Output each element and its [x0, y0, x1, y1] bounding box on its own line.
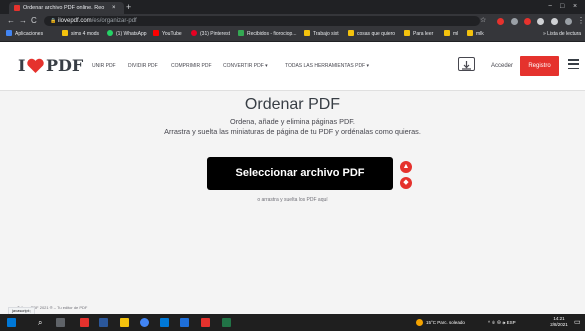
tab-close-icon[interactable]: ×: [112, 2, 116, 14]
browser-menu-icon[interactable]: ⋮: [577, 14, 585, 28]
url-input[interactable]: 🔒 ilovepdf.com/es/organizar-pdf: [44, 16, 480, 26]
weather-text[interactable]: 15°C Parc. soleado: [426, 314, 465, 331]
extension-icon[interactable]: [497, 18, 504, 25]
bookmark-apps[interactable]: Aplicaciones: [6, 28, 43, 41]
close-window-icon[interactable]: ×: [573, 0, 577, 14]
url-host: ilovepdf.com: [58, 18, 92, 24]
new-tab-button[interactable]: +: [126, 1, 131, 13]
clock-date: 2/8/2021: [550, 322, 568, 327]
bookmark-item[interactable]: ml: [444, 28, 458, 41]
photos-icon[interactable]: [201, 318, 210, 327]
playlist-icon[interactable]: [551, 18, 558, 25]
tool-description-line-1: Ordena, añade y elimina páginas PDF.: [230, 117, 355, 126]
minimize-icon[interactable]: −: [548, 0, 552, 14]
site-footer: © iLovePDF 2021 ® – Tu editor de PDF: [0, 303, 585, 312]
profile-avatar-icon[interactable]: [565, 18, 572, 25]
nav-merge-pdf[interactable]: UNIR PDF: [92, 42, 116, 90]
folder-icon: [444, 30, 450, 36]
whatsapp-icon: [107, 30, 113, 36]
bookmark-item[interactable]: cosas que quiero: [348, 28, 395, 41]
google-drive-icon[interactable]: ▲: [400, 161, 412, 173]
nav-convert-pdf[interactable]: CONVERTIR PDF ▾: [223, 42, 268, 90]
hamburger-menu-icon[interactable]: [568, 59, 579, 70]
tool-main: Ordenar PDF Ordena, añade y elimina pági…: [0, 91, 585, 307]
windows-start-icon[interactable]: [7, 318, 16, 327]
desktop-app-download-icon[interactable]: [458, 57, 475, 71]
nav-all-tools[interactable]: TODAS LAS HERRAMIENTAS PDF ▾: [285, 42, 369, 90]
word-icon[interactable]: [99, 318, 108, 327]
forward-icon[interactable]: →: [19, 14, 27, 28]
weather-icon[interactable]: [416, 319, 423, 326]
clock[interactable]: 14:21 2/8/2021: [547, 316, 571, 328]
nav-split-pdf[interactable]: DIVIDIR PDF: [128, 42, 158, 90]
mail-icon[interactable]: [180, 318, 189, 327]
notification-icon[interactable]: ▭: [574, 314, 581, 331]
folder-icon: [62, 30, 68, 36]
gmail-icon: [238, 30, 244, 36]
bookmark-item[interactable]: (31) Pinterest: [191, 28, 230, 41]
url-text: ilovepdf.com/es/organizar-pdf: [58, 16, 137, 26]
bookmark-star-icon[interactable]: ☆: [480, 14, 486, 28]
tab-title: Ordenar archivo PDF online. Reo: [23, 5, 105, 11]
lock-icon: 🔒: [50, 18, 57, 24]
maximize-icon[interactable]: □: [560, 0, 564, 14]
bookmark-item[interactable]: Para leer: [404, 28, 433, 41]
pinterest-icon: [191, 30, 197, 36]
ilovepdf-favicon-icon: [14, 5, 20, 11]
folder-icon: [348, 30, 354, 36]
bookmark-item[interactable]: mlk: [467, 28, 484, 41]
reading-list[interactable]: » Lista de lectura: [543, 28, 581, 41]
puzzle-icon[interactable]: [537, 18, 544, 25]
youtube-icon: [153, 30, 159, 36]
bookmark-item[interactable]: Trabajo sixt: [304, 28, 339, 41]
search-icon[interactable]: ⌕: [38, 314, 42, 331]
bookmark-item[interactable]: sims 4 mods: [62, 28, 99, 41]
extension-icon[interactable]: [511, 18, 518, 25]
site-header: I PDF UNIR PDF DIVIDIR PDF COMPRIMIR PDF…: [0, 42, 585, 91]
login-link[interactable]: Acceder: [483, 42, 521, 90]
back-icon[interactable]: ←: [7, 14, 15, 28]
ilovepdf-logo[interactable]: I PDF: [18, 56, 83, 75]
heart-icon: [27, 58, 44, 74]
bookmark-item[interactable]: Recibidos - fiorociop...: [238, 28, 296, 41]
bookmark-icon: [6, 30, 12, 36]
folder-icon: [304, 30, 310, 36]
task-view-icon[interactable]: [56, 318, 65, 327]
browser-tab-strip: Ordenar archivo PDF online. Reo × + − □ …: [0, 0, 585, 14]
edge-icon[interactable]: [160, 318, 169, 327]
acrobat-icon[interactable]: [80, 318, 89, 327]
nav-compress-pdf[interactable]: COMPRIMIR PDF: [171, 42, 212, 90]
logo-pdf: PDF: [46, 56, 84, 75]
url-path: /es/organizar-pdf: [91, 18, 137, 24]
address-toolbar: ← → C 🔒 ilovepdf.com/es/organizar-pdf ☆ …: [0, 14, 585, 28]
system-tray[interactable]: ^ ㅎ ⊕ 🕪 ESP: [488, 314, 516, 331]
chrome-icon[interactable]: [140, 318, 149, 327]
select-pdf-button[interactable]: Seleccionar archivo PDF: [207, 157, 393, 190]
tool-description-line-2: Arrastra y suelta las miniaturas de pági…: [164, 127, 421, 136]
logo-letter: I: [18, 56, 26, 75]
reload-icon[interactable]: C: [31, 14, 37, 28]
file-explorer-icon[interactable]: [120, 318, 129, 327]
signup-button[interactable]: Registro: [520, 56, 559, 76]
bookmarks-bar: Aplicaciones sims 4 mods (1) WhatsApp Yo…: [0, 28, 585, 42]
excel-icon[interactable]: [222, 318, 231, 327]
folder-icon: [404, 30, 410, 36]
bookmark-item[interactable]: YouTube: [153, 28, 182, 41]
bookmark-item[interactable]: (1) WhatsApp: [107, 28, 147, 41]
download-icon: [462, 61, 471, 70]
dropbox-icon[interactable]: ◆: [400, 177, 412, 189]
browser-tab[interactable]: Ordenar archivo PDF online. Reo ×: [9, 2, 124, 14]
folder-icon: [467, 30, 473, 36]
page-title: Ordenar PDF: [244, 96, 341, 113]
windows-taskbar: ⌕ 15°C Parc. soleado ^ ㅎ ⊕ 🕪 ESP 14:21 2…: [0, 314, 585, 331]
extension-icon[interactable]: [524, 18, 531, 25]
drop-hint: o arrastra y suelta los PDF aquí: [257, 197, 328, 203]
